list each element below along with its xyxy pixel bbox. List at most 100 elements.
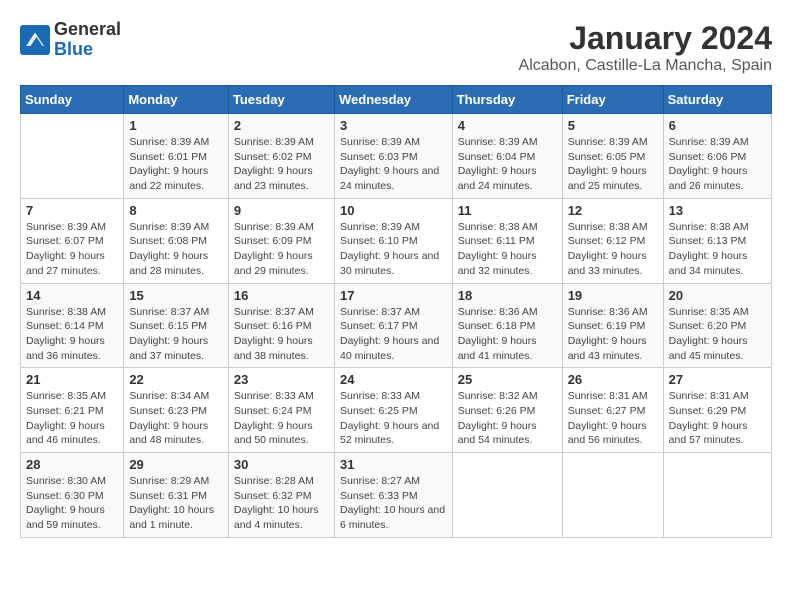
calendar-week-row: 14Sunrise: 8:38 AMSunset: 6:14 PMDayligh… <box>21 283 772 368</box>
calendar-cell: 7 Sunrise: 8:39 AMSunset: 6:07 PMDaylight… <box>21 198 124 283</box>
day-info: Sunrise: 8:39 AMSunset: 6:10 PMDaylight:… <box>340 220 447 279</box>
calendar-cell <box>663 453 771 538</box>
weekday-header-saturday: Saturday <box>663 86 771 114</box>
day-number: 28 <box>26 457 118 472</box>
day-number: 7 <box>26 203 118 218</box>
calendar-week-row: 28 Sunrise: 8:30 AMSunset: 6:30 PMDayligh… <box>21 453 772 538</box>
day-number: 12 <box>568 203 658 218</box>
day-info: Sunrise: 8:39 AMSunset: 6:05 PMDaylight:… <box>568 135 658 194</box>
day-number: 6 <box>669 118 766 133</box>
calendar-cell: 8 Sunrise: 8:39 AMSunset: 6:08 PMDaylight… <box>124 198 229 283</box>
day-info: Sunrise: 8:35 AMSunset: 6:21 PMDaylight:… <box>26 389 118 448</box>
day-number: 23 <box>234 372 329 387</box>
day-number: 16 <box>234 288 329 303</box>
day-info: Sunrise: 8:38 AMSunset: 6:14 PMDaylight:… <box>26 305 118 364</box>
day-number: 8 <box>129 203 223 218</box>
calendar-cell: 30 Sunrise: 8:28 AMSunset: 6:32 PMDayligh… <box>228 453 334 538</box>
calendar-cell: 25 Sunrise: 8:32 AMSunset: 6:26 PMDayligh… <box>452 368 562 453</box>
day-number: 21 <box>26 372 118 387</box>
day-info: Sunrise: 8:34 AMSunset: 6:23 PMDaylight:… <box>129 389 223 448</box>
calendar-cell: 4Sunrise: 8:39 AMSunset: 6:04 PMDaylight… <box>452 114 562 199</box>
day-number: 26 <box>568 372 658 387</box>
day-number: 27 <box>669 372 766 387</box>
calendar-cell: 2 Sunrise: 8:39 AMSunset: 6:02 PMDaylight… <box>228 114 334 199</box>
weekday-header-monday: Monday <box>124 86 229 114</box>
day-info: Sunrise: 8:32 AMSunset: 6:26 PMDaylight:… <box>458 389 557 448</box>
day-number: 1 <box>129 118 223 133</box>
calendar-cell: 6 Sunrise: 8:39 AMSunset: 6:06 PMDaylight… <box>663 114 771 199</box>
day-number: 3 <box>340 118 447 133</box>
calendar-cell: 3 Sunrise: 8:39 AMSunset: 6:03 PMDaylight… <box>334 114 452 199</box>
day-number: 24 <box>340 372 447 387</box>
calendar-cell: 21 Sunrise: 8:35 AMSunset: 6:21 PMDayligh… <box>21 368 124 453</box>
day-info: Sunrise: 8:39 AMSunset: 6:07 PMDaylight:… <box>26 220 118 279</box>
calendar-cell: 13 Sunrise: 8:38 AMSunset: 6:13 PMDayligh… <box>663 198 771 283</box>
day-info: Sunrise: 8:39 AMSunset: 6:09 PMDaylight:… <box>234 220 329 279</box>
weekday-header-thursday: Thursday <box>452 86 562 114</box>
calendar-table: SundayMondayTuesdayWednesdayThursdayFrid… <box>20 85 772 538</box>
day-info: Sunrise: 8:37 AMSunset: 6:15 PMDaylight:… <box>129 305 223 364</box>
day-info: Sunrise: 8:27 AMSunset: 6:33 PMDaylight:… <box>340 474 447 533</box>
calendar-cell: 12Sunrise: 8:38 AMSunset: 6:12 PMDayligh… <box>562 198 663 283</box>
day-number: 25 <box>458 372 557 387</box>
weekday-header-tuesday: Tuesday <box>228 86 334 114</box>
day-info: Sunrise: 8:35 AMSunset: 6:20 PMDaylight:… <box>669 305 766 364</box>
day-number: 22 <box>129 372 223 387</box>
weekday-header-friday: Friday <box>562 86 663 114</box>
weekday-header-row: SundayMondayTuesdayWednesdayThursdayFrid… <box>21 86 772 114</box>
calendar-cell: 28 Sunrise: 8:30 AMSunset: 6:30 PMDayligh… <box>21 453 124 538</box>
calendar-subtitle: Alcabon, Castille-La Mancha, Spain <box>519 57 772 75</box>
calendar-cell: 18 Sunrise: 8:36 AMSunset: 6:18 PMDayligh… <box>452 283 562 368</box>
calendar-title: January 2024 <box>519 20 772 57</box>
calendar-cell: 29 Sunrise: 8:29 AMSunset: 6:31 PMDayligh… <box>124 453 229 538</box>
day-number: 31 <box>340 457 447 472</box>
day-number: 9 <box>234 203 329 218</box>
calendar-cell: 14Sunrise: 8:38 AMSunset: 6:14 PMDayligh… <box>21 283 124 368</box>
day-info: Sunrise: 8:36 AMSunset: 6:19 PMDaylight:… <box>568 305 658 364</box>
calendar-week-row: 7 Sunrise: 8:39 AMSunset: 6:07 PMDaylight… <box>21 198 772 283</box>
day-info: Sunrise: 8:29 AMSunset: 6:31 PMDaylight:… <box>129 474 223 533</box>
day-info: Sunrise: 8:33 AMSunset: 6:25 PMDaylight:… <box>340 389 447 448</box>
day-number: 10 <box>340 203 447 218</box>
day-number: 13 <box>669 203 766 218</box>
day-number: 5 <box>568 118 658 133</box>
day-number: 18 <box>458 288 557 303</box>
calendar-cell: 16 Sunrise: 8:37 AMSunset: 6:16 PMDayligh… <box>228 283 334 368</box>
calendar-cell <box>562 453 663 538</box>
day-info: Sunrise: 8:37 AMSunset: 6:16 PMDaylight:… <box>234 305 329 364</box>
calendar-cell <box>21 114 124 199</box>
logo: General Blue <box>20 20 121 60</box>
day-info: Sunrise: 8:33 AMSunset: 6:24 PMDaylight:… <box>234 389 329 448</box>
day-number: 2 <box>234 118 329 133</box>
calendar-cell: 24 Sunrise: 8:33 AMSunset: 6:25 PMDayligh… <box>334 368 452 453</box>
day-info: Sunrise: 8:39 AMSunset: 6:03 PMDaylight:… <box>340 135 447 194</box>
page-header: General Blue January 2024 Alcabon, Casti… <box>20 20 772 75</box>
day-info: Sunrise: 8:36 AMSunset: 6:18 PMDaylight:… <box>458 305 557 364</box>
calendar-week-row: 21 Sunrise: 8:35 AMSunset: 6:21 PMDayligh… <box>21 368 772 453</box>
day-info: Sunrise: 8:38 AMSunset: 6:11 PMDaylight:… <box>458 220 557 279</box>
day-info: Sunrise: 8:38 AMSunset: 6:13 PMDaylight:… <box>669 220 766 279</box>
day-number: 17 <box>340 288 447 303</box>
day-info: Sunrise: 8:37 AMSunset: 6:17 PMDaylight:… <box>340 305 447 364</box>
title-block: January 2024 Alcabon, Castille-La Mancha… <box>519 20 772 75</box>
day-info: Sunrise: 8:28 AMSunset: 6:32 PMDaylight:… <box>234 474 329 533</box>
day-info: Sunrise: 8:31 AMSunset: 6:27 PMDaylight:… <box>568 389 658 448</box>
calendar-cell: 5 Sunrise: 8:39 AMSunset: 6:05 PMDaylight… <box>562 114 663 199</box>
calendar-cell <box>452 453 562 538</box>
calendar-week-row: 1 Sunrise: 8:39 AMSunset: 6:01 PMDaylight… <box>21 114 772 199</box>
day-number: 30 <box>234 457 329 472</box>
calendar-cell: 10 Sunrise: 8:39 AMSunset: 6:10 PMDayligh… <box>334 198 452 283</box>
weekday-header-sunday: Sunday <box>21 86 124 114</box>
weekday-header-wednesday: Wednesday <box>334 86 452 114</box>
day-info: Sunrise: 8:30 AMSunset: 6:30 PMDaylight:… <box>26 474 118 533</box>
calendar-cell: 27Sunrise: 8:31 AMSunset: 6:29 PMDayligh… <box>663 368 771 453</box>
day-info: Sunrise: 8:39 AMSunset: 6:02 PMDaylight:… <box>234 135 329 194</box>
day-number: 15 <box>129 288 223 303</box>
calendar-cell: 19Sunrise: 8:36 AMSunset: 6:19 PMDayligh… <box>562 283 663 368</box>
day-info: Sunrise: 8:39 AMSunset: 6:01 PMDaylight:… <box>129 135 223 194</box>
calendar-cell: 23 Sunrise: 8:33 AMSunset: 6:24 PMDayligh… <box>228 368 334 453</box>
day-number: 29 <box>129 457 223 472</box>
day-info: Sunrise: 8:39 AMSunset: 6:08 PMDaylight:… <box>129 220 223 279</box>
day-info: Sunrise: 8:39 AMSunset: 6:06 PMDaylight:… <box>669 135 766 194</box>
day-info: Sunrise: 8:39 AMSunset: 6:04 PMDaylight:… <box>458 135 557 194</box>
